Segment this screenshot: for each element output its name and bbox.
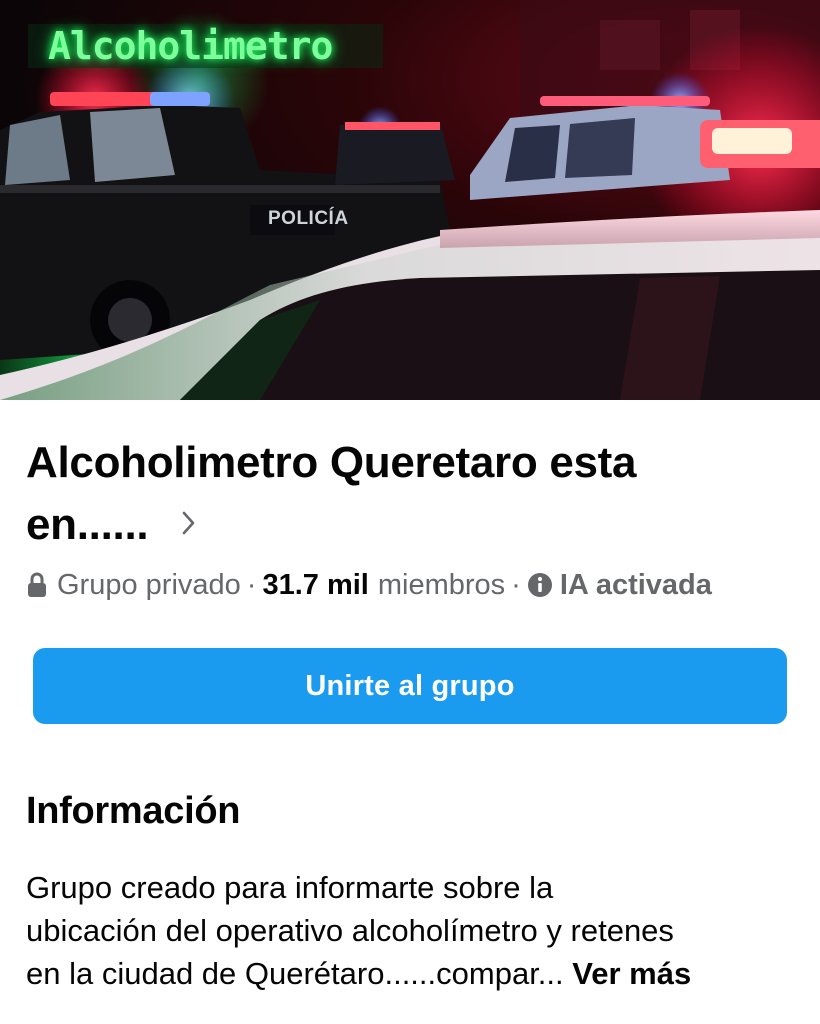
group-cover-photo[interactable]: Alcoholimetro POLICÍA xyxy=(0,0,820,400)
see-more-link[interactable]: Ver más xyxy=(572,956,691,991)
group-meta-row: Grupo privado · 31.7 mil miembros · IA a… xyxy=(26,565,806,605)
separator: · xyxy=(511,568,521,601)
description-text: en la ciudad de Querétaro......compar... xyxy=(26,956,573,991)
about-description: Grupo creado para informarte sobre la ub… xyxy=(26,866,816,995)
ai-status-label[interactable]: IA activada xyxy=(560,569,712,602)
chevron-right-icon[interactable] xyxy=(178,505,200,541)
cover-sign-text: Alcoholimetro xyxy=(28,24,383,68)
group-title-text[interactable]: Alcoholimetro Queretaro esta en...... xyxy=(26,438,637,549)
lock-icon xyxy=(26,572,48,598)
description-line: en la ciudad de Querétaro......compar...… xyxy=(26,952,816,995)
about-heading: Información xyxy=(26,790,241,832)
privacy-label: Grupo privado xyxy=(57,568,241,601)
separator: · xyxy=(246,568,257,601)
join-group-button[interactable]: Unirte al grupo xyxy=(33,648,787,724)
info-icon[interactable] xyxy=(527,572,553,598)
member-count[interactable]: 31.7 mil xyxy=(262,569,368,602)
description-line: Grupo creado para informarte sobre la xyxy=(26,870,554,905)
description-line: ubicación del operativo alcoholímetro y … xyxy=(26,913,674,948)
group-title[interactable]: Alcoholimetro Queretaro esta en...... xyxy=(26,432,726,556)
police-vehicle-label: POLICÍA xyxy=(268,208,349,229)
members-label[interactable]: miembros xyxy=(378,569,505,602)
